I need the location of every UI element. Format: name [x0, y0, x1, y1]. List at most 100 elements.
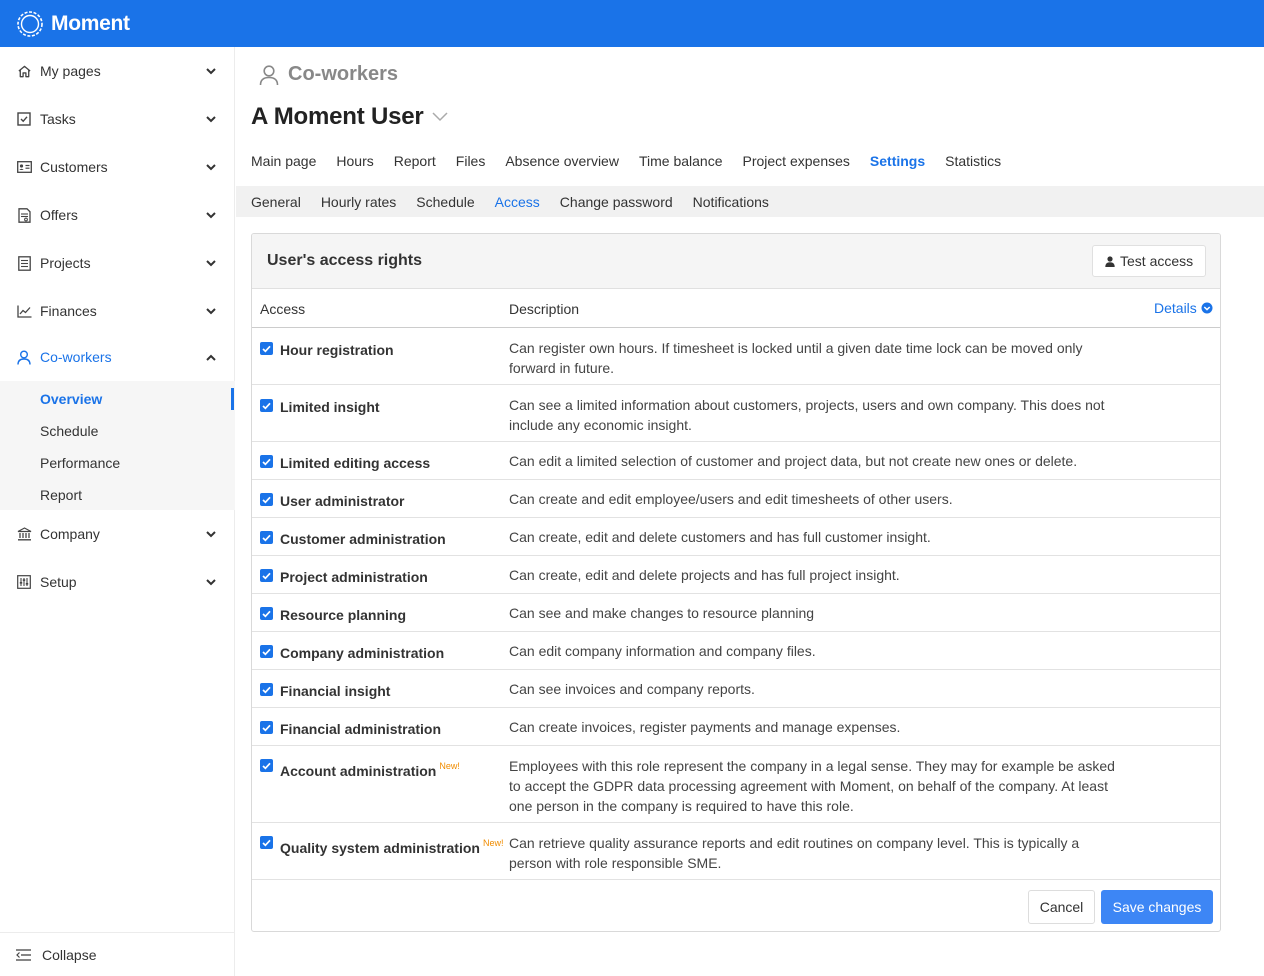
checkbox-icon	[16, 111, 32, 127]
clipboard-icon	[16, 255, 32, 271]
sidebar-item-label: Setup	[40, 574, 77, 590]
details-toggle[interactable]: Details	[1154, 300, 1213, 316]
tab-main-page[interactable]: Main page	[251, 153, 316, 169]
access-description: Can see a limited information about cust…	[509, 397, 1105, 433]
chevron-up-icon	[204, 350, 218, 364]
access-name: Limited insight	[280, 397, 383, 415]
subtab-access[interactable]: Access	[495, 194, 540, 210]
access-checkbox[interactable]	[260, 759, 273, 772]
main-tabs: Main page Hours Report Files Absence ove…	[251, 153, 1001, 169]
tab-time-balance[interactable]: Time balance	[639, 153, 723, 169]
user-dropdown-chevron-icon[interactable]	[432, 112, 448, 122]
table-row: Project administration Can create, edit a…	[252, 556, 1220, 594]
sidebar-item-label: Company	[40, 526, 100, 542]
access-checkbox[interactable]	[260, 645, 273, 658]
tab-hours[interactable]: Hours	[336, 153, 373, 169]
access-checkbox[interactable]	[260, 531, 273, 544]
details-label: Details	[1154, 300, 1197, 316]
table-row: Limited insight Can see a limited informa…	[252, 385, 1220, 442]
access-checkbox[interactable]	[260, 721, 273, 734]
access-checkbox[interactable]	[260, 342, 273, 355]
sidebar-item-customers[interactable]: Customers	[0, 143, 235, 191]
subtab-change-password[interactable]: Change password	[560, 194, 673, 210]
access-name: Financial administration	[280, 719, 444, 737]
access-name-text: Account administration	[280, 763, 437, 779]
table-row: Resource planning Can see and make change…	[252, 594, 1220, 632]
access-description: Can create invoices, register payments a…	[509, 719, 901, 735]
tab-settings[interactable]: Settings	[870, 153, 925, 169]
tab-statistics[interactable]: Statistics	[945, 153, 1001, 169]
sidebar-subitem-schedule[interactable]: Schedule	[40, 423, 98, 439]
test-access-label: Test access	[1120, 253, 1194, 269]
access-description: Can create, edit and delete projects and…	[509, 567, 900, 583]
access-checkbox[interactable]	[260, 455, 273, 468]
main-content: Co-workers A Moment User Main page Hours…	[236, 47, 1264, 976]
sidebar-subitem-performance[interactable]: Performance	[40, 455, 120, 471]
access-checkbox[interactable]	[260, 683, 273, 696]
access-description: Can edit company information and company…	[509, 643, 816, 659]
tab-absence-overview[interactable]: Absence overview	[505, 153, 619, 169]
access-description: Can see and make changes to resource pla…	[509, 605, 815, 621]
access-description: Can retrieve quality assurance reports a…	[509, 835, 1080, 871]
table-row: Financial insight Can see invoices and co…	[252, 670, 1220, 708]
access-name: Quality system administration New!	[280, 838, 503, 856]
access-name-text: Company administration	[280, 645, 445, 661]
access-checkbox[interactable]	[260, 607, 273, 620]
chevron-down-icon	[204, 527, 218, 541]
chevron-down-icon	[204, 256, 218, 270]
sidebar-item-my-pages[interactable]: My pages	[0, 47, 235, 95]
document-icon	[16, 207, 32, 223]
section-title: Co-workers	[288, 63, 399, 85]
subtab-general[interactable]: General	[251, 194, 301, 210]
sidebar-subitem-overview[interactable]: Overview	[40, 391, 102, 407]
tab-project-expenses[interactable]: Project expenses	[743, 153, 850, 169]
active-indicator	[231, 388, 234, 410]
chart-line-icon	[16, 303, 32, 319]
tab-report[interactable]: Report	[394, 153, 436, 169]
sidebar-item-label: Projects	[40, 255, 91, 271]
chevron-circle-down-icon	[1201, 302, 1213, 314]
access-name: Financial insight	[280, 681, 393, 699]
table-row: Financial administration Can create invoi…	[252, 708, 1220, 746]
sidebar-item-label: Offers	[40, 207, 78, 223]
table-header: Access Description Details	[252, 289, 1220, 328]
cancel-button[interactable]: Cancel	[1028, 890, 1095, 924]
subtab-schedule[interactable]: Schedule	[416, 194, 474, 210]
access-name: Customer administration	[280, 529, 449, 547]
test-access-button[interactable]: Test access	[1092, 245, 1207, 277]
new-badge: New!	[482, 838, 504, 848]
sidebar-item-finances[interactable]: Finances	[0, 287, 235, 335]
access-name-text: Financial administration	[280, 721, 442, 737]
co-workers-subnav: Overview Schedule Performance Report	[0, 381, 235, 510]
sidebar-item-setup[interactable]: Setup	[0, 558, 235, 606]
sidebar-subitem-report[interactable]: Report	[40, 487, 82, 503]
panel-header: User's access rights Test access	[252, 234, 1220, 289]
moment-logo-icon[interactable]	[16, 10, 44, 38]
access-checkbox[interactable]	[260, 836, 273, 849]
user-title: A Moment User	[251, 103, 448, 131]
collapse-icon	[16, 947, 32, 963]
collapse-button[interactable]: Collapse	[0, 932, 235, 976]
bank-icon	[16, 526, 32, 542]
subtab-hourly-rates[interactable]: Hourly rates	[321, 194, 396, 210]
access-checkbox[interactable]	[260, 399, 273, 412]
sidebar-item-co-workers[interactable]: Co-workers	[0, 333, 235, 381]
access-name: Resource planning	[280, 605, 409, 623]
app-name[interactable]: Moment	[51, 12, 130, 36]
tab-files[interactable]: Files	[456, 153, 486, 169]
save-changes-button[interactable]: Save changes	[1101, 890, 1213, 924]
column-header-description: Description	[509, 301, 580, 317]
sidebar-item-tasks[interactable]: Tasks	[0, 95, 235, 143]
sidebar-item-offers[interactable]: Offers	[0, 191, 235, 239]
access-name-text: Hour registration	[280, 342, 394, 358]
access-checkbox[interactable]	[260, 493, 273, 506]
column-header-access: Access	[260, 301, 306, 317]
user-icon	[259, 64, 279, 85]
subtab-notifications[interactable]: Notifications	[693, 194, 769, 210]
access-checkbox[interactable]	[260, 569, 273, 582]
sidebar-item-company[interactable]: Company	[0, 510, 235, 558]
sidebar-item-projects[interactable]: Projects	[0, 239, 235, 287]
access-name: User administrator	[280, 491, 407, 509]
table-row: Hour registration Can register own hours.…	[252, 328, 1220, 385]
sidebar-item-label: My pages	[40, 63, 101, 79]
